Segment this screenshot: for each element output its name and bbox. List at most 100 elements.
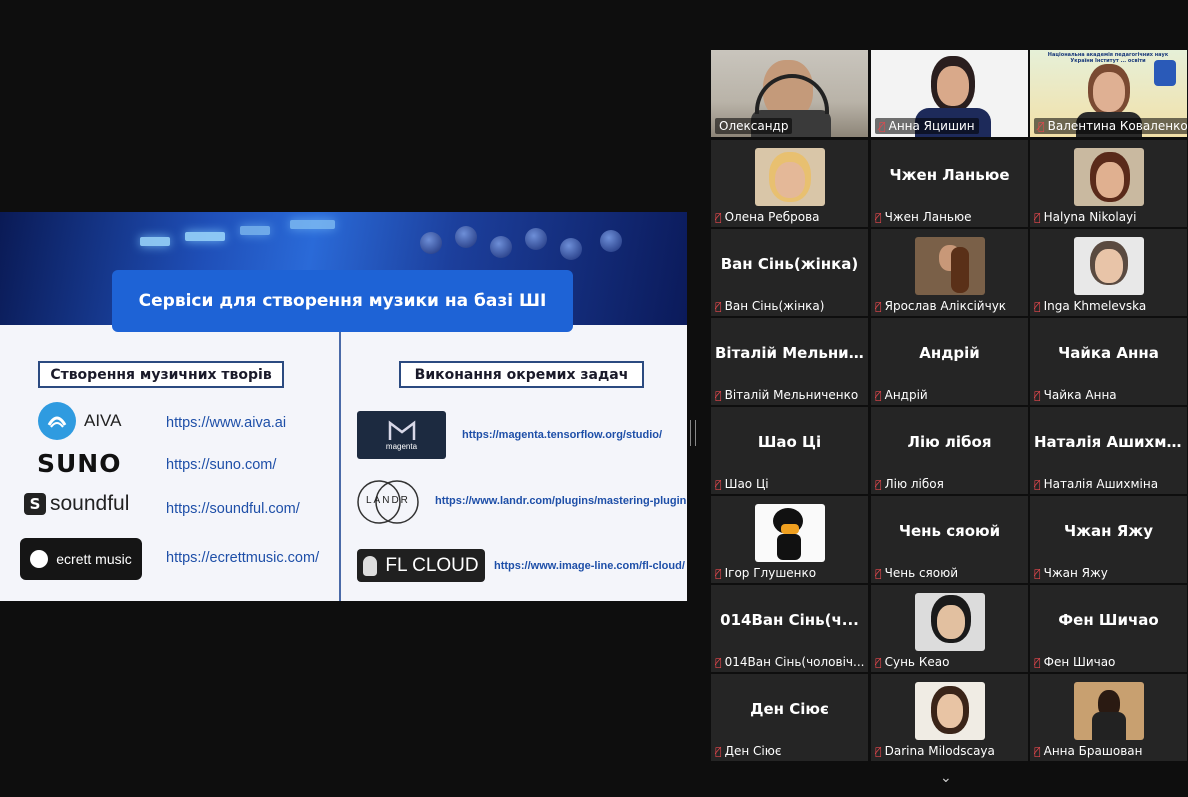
right-column-heading: Виконання окремих задач	[399, 361, 644, 388]
fl-cloud-logo: FL CLOUD	[357, 549, 485, 582]
mic-muted-icon: 🎙̸	[1034, 477, 1041, 491]
aiva-link[interactable]: https://www.aiva.ai	[166, 415, 286, 431]
participant-display-name: Наталія Ашихм...	[1034, 433, 1184, 451]
participant-tile[interactable]: Ван Сінь(жінка) 🎙̸ Ван Сінь(жінка)	[711, 229, 868, 316]
participant-name: 🎙̸ Андрій	[875, 388, 928, 402]
participant-name: 🎙̸ Ігор Глушенко	[715, 566, 817, 580]
participant-name: 🎙̸ Ван Сінь(жінка)	[715, 299, 825, 313]
participant-tile[interactable]: Віталій Мельни... 🎙̸ Віталій Мельниченко	[711, 318, 868, 405]
participant-tile-video[interactable]: 🎙̸ Анна Яцишин	[871, 50, 1028, 137]
participant-name: 🎙̸ Чжен Ланьюе	[875, 210, 972, 224]
participant-gallery: Олександр 🎙̸ Анна Яцишин Національна акад…	[711, 50, 1188, 763]
mic-muted-icon: 🎙̸	[1034, 655, 1041, 669]
participant-tile[interactable]: 🎙̸ Анна Брашован	[1030, 674, 1187, 761]
participant-name: 🎙̸ Чайка Анна	[1034, 388, 1117, 402]
mic-muted-icon: 🎙̸	[875, 566, 882, 580]
participant-name: 🎙̸ Наталія Ашихміна	[1034, 477, 1159, 491]
mic-muted-icon: 🎙̸	[715, 566, 722, 580]
participant-name: 🎙̸ 014Ван Сінь(чоловіч...	[715, 655, 865, 669]
column-divider	[339, 332, 341, 601]
landr-logo: LANDR	[357, 477, 419, 527]
participant-display-name: Ден Сіює	[750, 700, 829, 718]
participant-tile[interactable]: 🎙̸ Ярослав Аліксійчук	[871, 229, 1028, 316]
split-resize-handle[interactable]	[690, 420, 696, 446]
participant-display-name: Чайка Анна	[1058, 344, 1159, 362]
slide-title: Сервіси для створення музики на базі ШІ	[138, 291, 547, 311]
participant-display-name: Чжен Ланьюе	[889, 166, 1010, 184]
participant-tile[interactable]: 🎙̸ Darina Milodscaya	[871, 674, 1028, 761]
participant-tile[interactable]: Андрій 🎙̸ Андрій	[871, 318, 1028, 405]
fl-cloud-link[interactable]: https://www.image-line.com/fl-cloud/	[494, 560, 685, 572]
mic-muted-icon: 🎙̸	[875, 655, 882, 669]
participant-tile[interactable]: Наталія Ашихм... 🎙̸ Наталія Ашихміна	[1030, 407, 1187, 494]
participant-name: 🎙̸ Darina Milodscaya	[875, 744, 995, 758]
mic-muted-icon: 🎙̸	[875, 477, 882, 491]
avatar	[915, 237, 985, 295]
participant-tile[interactable]: 🎙̸ Halyna Nikolayi	[1030, 140, 1187, 227]
participant-tile[interactable]: 014Ван Сінь(ч... 🎙̸ 014Ван Сінь(чоловіч..…	[711, 585, 868, 672]
participant-display-name: Андрій	[919, 344, 980, 362]
participant-display-name: 014Ван Сінь(ч...	[720, 611, 859, 629]
participant-name: 🎙̸ Halyna Nikolayi	[1034, 210, 1137, 224]
participant-tile[interactable]: 🎙̸ Олена Реброва	[711, 140, 868, 227]
avatar	[755, 504, 825, 562]
participant-tile[interactable]: Ден Сіює 🎙̸ Ден Сіює	[711, 674, 868, 761]
mic-muted-icon: 🎙̸	[1034, 388, 1041, 402]
ecrett-link[interactable]: https://ecrettmusic.com/	[166, 550, 319, 566]
suno-link[interactable]: https://suno.com/	[166, 457, 276, 473]
chevron-down-icon[interactable]: ⌄	[940, 770, 952, 786]
mic-muted-icon: 🎙̸	[879, 119, 886, 133]
avatar	[1074, 148, 1144, 206]
participant-name: 🎙̸ Анна Яцишин	[875, 118, 979, 134]
participant-name: 🎙̸ Анна Брашован	[1034, 744, 1143, 758]
participant-tile[interactable]: Чжан Яжу 🎙̸ Чжан Яжу	[1030, 496, 1187, 583]
participant-name: 🎙̸ Віталій Мельниченко	[715, 388, 859, 402]
participant-tile[interactable]: 🎙̸ Ігор Глушенко	[711, 496, 868, 583]
participant-tile[interactable]: Чжен Ланьюе 🎙̸ Чжен Ланьюе	[871, 140, 1028, 227]
participant-name: 🎙̸ Олена Реброва	[715, 210, 820, 224]
participant-display-name: Лію лібоя	[907, 433, 992, 451]
magenta-logo: magenta	[357, 411, 446, 459]
magenta-link[interactable]: https://magenta.tensorflow.org/studio/	[462, 429, 662, 441]
slide-title-box: Сервіси для створення музики на базі ШІ	[112, 270, 573, 332]
participant-display-name: Ван Сінь(жінка)	[720, 255, 859, 273]
soundful-link[interactable]: https://soundful.com/	[166, 501, 300, 517]
participant-name: 🎙̸ Ден Сіює	[715, 744, 782, 758]
participant-tile[interactable]: 🎙̸ Сунь Кеао	[871, 585, 1028, 672]
avatar	[755, 148, 825, 206]
mic-muted-icon: 🎙̸	[715, 210, 722, 224]
institution-emblem-icon	[1154, 60, 1176, 86]
mic-muted-icon: 🎙̸	[1034, 210, 1041, 224]
participant-name: 🎙̸ Фен Шичао	[1034, 655, 1116, 669]
landr-link[interactable]: https://www.landr.com/plugins/mastering-…	[435, 495, 686, 507]
shared-screen-slide: Сервіси для створення музики на базі ШІ …	[0, 212, 687, 601]
soundful-logo: S soundful	[24, 492, 129, 516]
participant-name: 🎙̸ Лію лібоя	[875, 477, 944, 491]
mic-muted-icon: 🎙̸	[715, 655, 722, 669]
participant-name: 🎙̸ Inga Khmelevska	[1034, 299, 1147, 313]
avatar	[915, 593, 985, 651]
mic-muted-icon: 🎙̸	[1034, 566, 1041, 580]
participant-tile-video[interactable]: Олександр	[711, 50, 868, 137]
participant-name: 🎙̸ Сунь Кеао	[875, 655, 950, 669]
participant-name: 🎙̸ Чень сяоюй	[875, 566, 959, 580]
participant-name: 🎙̸ Шао Ці	[715, 477, 769, 491]
participant-tile[interactable]: 🎙̸ Inga Khmelevska	[1030, 229, 1187, 316]
mic-muted-icon: 🎙̸	[715, 299, 722, 313]
participant-tile[interactable]: Чень сяоюй 🎙̸ Чень сяоюй	[871, 496, 1028, 583]
participant-tile-video[interactable]: Національна академія педагогічних наук У…	[1030, 50, 1187, 137]
mic-muted-icon: 🎙̸	[715, 744, 722, 758]
participant-name: 🎙̸ Ярослав Аліксійчук	[875, 299, 1007, 313]
avatar	[915, 682, 985, 740]
avatar	[1074, 682, 1144, 740]
participant-display-name: Чжан Яжу	[1063, 522, 1153, 540]
participant-tile[interactable]: Лію лібоя 🎙̸ Лію лібоя	[871, 407, 1028, 494]
avatar	[1074, 237, 1144, 295]
mic-muted-icon: 🎙̸	[715, 388, 722, 402]
participant-tile[interactable]: Чайка Анна 🎙̸ Чайка Анна	[1030, 318, 1187, 405]
participant-tile[interactable]: Шао Ці 🎙̸ Шао Ці	[711, 407, 868, 494]
participant-tile[interactable]: Фен Шичао 🎙̸ Фен Шичао	[1030, 585, 1187, 672]
participant-name: 🎙̸ Чжан Яжу	[1034, 566, 1108, 580]
mic-muted-icon: 🎙̸	[875, 210, 882, 224]
left-column-heading: Створення музичних творів	[38, 361, 284, 388]
